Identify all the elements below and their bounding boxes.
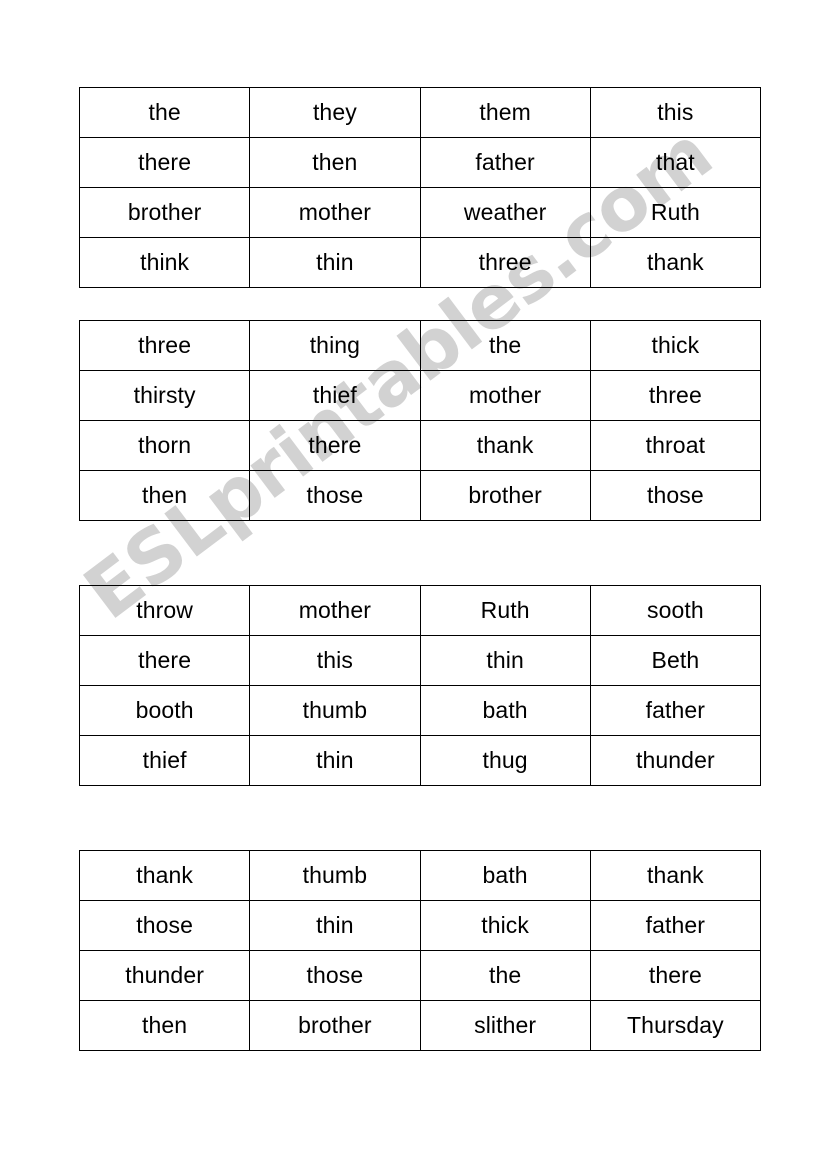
- word-cell[interactable]: thin: [249, 735, 421, 786]
- table-spacer: [79, 288, 761, 320]
- word-cell[interactable]: them: [419, 87, 591, 138]
- word-cell[interactable]: then: [78, 470, 251, 521]
- word-cell[interactable]: Thursday: [589, 1000, 762, 1051]
- table-row: those thin thick father: [78, 900, 762, 951]
- word-cell[interactable]: father: [589, 900, 762, 951]
- word-cell[interactable]: thank: [419, 420, 591, 471]
- word-cell[interactable]: thin: [419, 635, 591, 686]
- table-row: then those brother those: [78, 470, 762, 521]
- word-cell[interactable]: those: [249, 950, 421, 1001]
- word-cell[interactable]: thief: [78, 735, 251, 786]
- word-cell[interactable]: Ruth: [589, 187, 762, 238]
- word-cell[interactable]: Beth: [589, 635, 762, 686]
- word-cell[interactable]: mother: [419, 370, 591, 421]
- word-cell[interactable]: those: [78, 900, 251, 951]
- word-cell[interactable]: thin: [249, 237, 421, 288]
- worksheet-page: ESLprintables.com the they them this the…: [0, 0, 821, 1169]
- word-cell[interactable]: thorn: [78, 420, 251, 471]
- word-cell[interactable]: Ruth: [419, 585, 591, 636]
- table-row: thunder those the there: [78, 950, 762, 1001]
- word-cell[interactable]: sooth: [589, 585, 762, 636]
- word-table-2: three thing the thick thirsty thief moth…: [78, 320, 762, 521]
- word-cell[interactable]: thief: [249, 370, 421, 421]
- word-cell[interactable]: this: [589, 87, 762, 138]
- table-row: thirsty thief mother three: [78, 370, 762, 421]
- word-cell[interactable]: throat: [589, 420, 762, 471]
- word-cell[interactable]: there: [249, 420, 421, 471]
- word-cell[interactable]: then: [249, 137, 421, 188]
- word-cell[interactable]: weather: [419, 187, 591, 238]
- word-cell[interactable]: there: [589, 950, 762, 1001]
- word-cell[interactable]: those: [249, 470, 421, 521]
- word-cell[interactable]: thirsty: [78, 370, 251, 421]
- word-cell[interactable]: thunder: [589, 735, 762, 786]
- word-cell[interactable]: bath: [419, 685, 591, 736]
- table-spacer: [79, 521, 761, 585]
- word-cell[interactable]: that: [589, 137, 762, 188]
- word-cell[interactable]: there: [78, 635, 251, 686]
- table-row: three thing the thick: [78, 320, 762, 371]
- word-cell[interactable]: thumb: [249, 685, 421, 736]
- word-cell[interactable]: thank: [78, 850, 251, 901]
- word-table-stack: the they them this there then father tha…: [78, 87, 762, 1051]
- table-row: then brother slither Thursday: [78, 1000, 762, 1051]
- word-table-1: the they them this there then father tha…: [78, 87, 762, 288]
- table-row: there then father that: [78, 137, 762, 188]
- table-row: the they them this: [78, 87, 762, 138]
- table-row: thief thin thug thunder: [78, 735, 762, 786]
- word-cell[interactable]: throw: [78, 585, 251, 636]
- word-cell[interactable]: slither: [419, 1000, 591, 1051]
- word-cell[interactable]: three: [78, 320, 251, 371]
- word-cell[interactable]: thank: [589, 237, 762, 288]
- word-cell[interactable]: brother: [78, 187, 251, 238]
- word-cell[interactable]: those: [589, 470, 762, 521]
- word-cell[interactable]: think: [78, 237, 251, 288]
- word-cell[interactable]: the: [78, 87, 251, 138]
- table-row: brother mother weather Ruth: [78, 187, 762, 238]
- table-row: throw mother Ruth sooth: [78, 585, 762, 636]
- word-cell[interactable]: thank: [589, 850, 762, 901]
- word-cell[interactable]: they: [249, 87, 421, 138]
- word-table-4: thank thumb bath thank those thin thick …: [78, 850, 762, 1051]
- word-cell[interactable]: thick: [419, 900, 591, 951]
- word-cell[interactable]: thin: [249, 900, 421, 951]
- word-cell[interactable]: thing: [249, 320, 421, 371]
- table-row: think thin three thank: [78, 237, 762, 288]
- word-cell[interactable]: thug: [419, 735, 591, 786]
- word-cell[interactable]: thunder: [78, 950, 251, 1001]
- word-table-3: throw mother Ruth sooth there this thin …: [78, 585, 762, 786]
- word-cell[interactable]: mother: [249, 187, 421, 238]
- word-cell[interactable]: there: [78, 137, 251, 188]
- word-cell[interactable]: brother: [249, 1000, 421, 1051]
- word-cell[interactable]: thick: [589, 320, 762, 371]
- word-cell[interactable]: thumb: [249, 850, 421, 901]
- word-cell[interactable]: bath: [419, 850, 591, 901]
- word-cell[interactable]: this: [249, 635, 421, 686]
- word-cell[interactable]: father: [419, 137, 591, 188]
- table-spacer: [79, 786, 761, 850]
- word-cell[interactable]: father: [589, 685, 762, 736]
- table-row: there this thin Beth: [78, 635, 762, 686]
- word-cell[interactable]: the: [419, 950, 591, 1001]
- word-cell[interactable]: booth: [78, 685, 251, 736]
- word-cell[interactable]: the: [419, 320, 591, 371]
- table-row: thank thumb bath thank: [78, 850, 762, 901]
- word-cell[interactable]: three: [419, 237, 591, 288]
- table-row: booth thumb bath father: [78, 685, 762, 736]
- word-cell[interactable]: three: [589, 370, 762, 421]
- word-cell[interactable]: mother: [249, 585, 421, 636]
- word-cell[interactable]: brother: [419, 470, 591, 521]
- table-row: thorn there thank throat: [78, 420, 762, 471]
- word-cell[interactable]: then: [78, 1000, 251, 1051]
